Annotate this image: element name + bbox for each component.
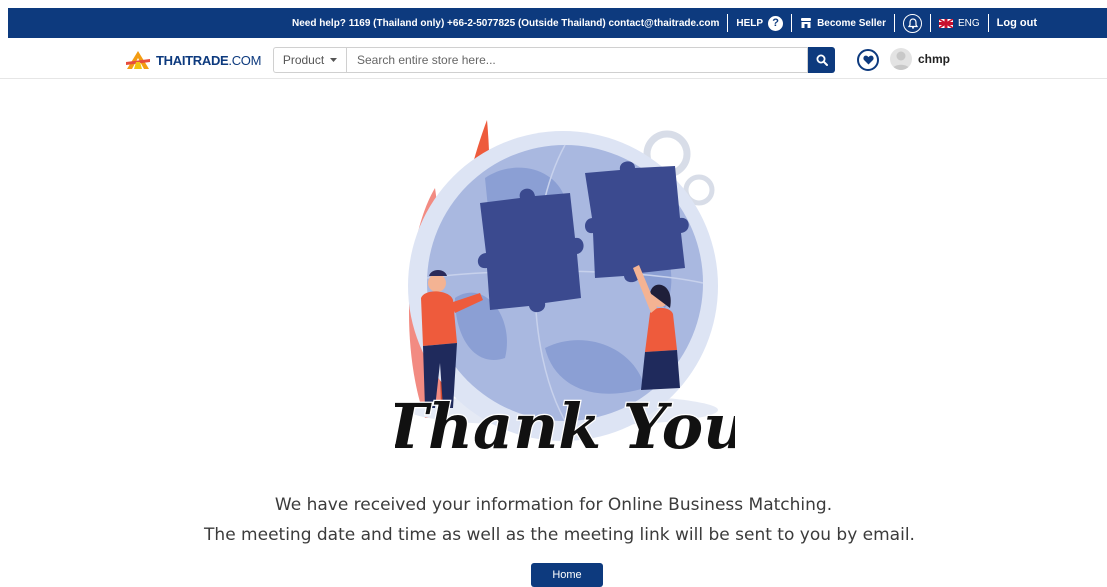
confirmation-message-line2: The meeting date and time as well as the… <box>204 525 915 545</box>
divider <box>987 14 989 32</box>
become-seller-label: Become Seller <box>817 17 886 29</box>
bell-icon <box>907 17 918 29</box>
user-silhouette-icon <box>892 51 910 70</box>
notification-button[interactable] <box>903 13 922 33</box>
product-select-label: Product <box>282 53 325 67</box>
help-label: HELP <box>736 17 764 29</box>
search-input[interactable] <box>346 47 808 73</box>
logo-main-text: THAITRADE <box>156 52 229 68</box>
thank-you-illustration: Thank You <box>395 120 735 464</box>
search-bar: Product <box>273 47 835 73</box>
become-seller-link[interactable]: Become Seller <box>800 18 886 29</box>
uk-flag-icon <box>939 18 953 28</box>
language-label: ENG <box>958 17 980 29</box>
thank-you-script-text: Thank You <box>395 390 735 463</box>
logo-text: THAITRADE.COM <box>156 53 261 68</box>
site-logo[interactable]: THAITRADE.COM <box>124 50 261 70</box>
favorites-button[interactable] <box>857 49 879 71</box>
search-icon <box>816 54 828 66</box>
user-menu[interactable]: chmp <box>890 48 950 70</box>
heart-icon <box>862 55 874 65</box>
logo-suffix-text: .COM <box>228 52 262 68</box>
help-contact-text: Need help? 1169 (Thailand only) +66-2-50… <box>292 17 720 29</box>
divider <box>930 14 931 32</box>
search-button[interactable] <box>808 47 835 73</box>
confirmation-message-line1: We have received your information for On… <box>274 495 833 515</box>
caret-down-icon <box>330 58 338 62</box>
thaitrade-logo-icon <box>126 51 150 69</box>
store-icon <box>801 18 812 28</box>
home-button[interactable]: Home <box>531 563 603 587</box>
username: chmp <box>918 52 951 66</box>
product-category-select[interactable]: Product <box>273 47 346 73</box>
divider <box>894 14 895 32</box>
help-icon: ? <box>768 15 784 31</box>
header: THAITRADE.COM Product chmp <box>0 38 1107 79</box>
top-bar: Need help? 1169 (Thailand only) +66-2-50… <box>8 8 1107 38</box>
divider <box>727 14 729 32</box>
logout-label: Log out <box>996 17 1037 29</box>
help-link[interactable]: HELP ? <box>736 15 784 31</box>
divider <box>791 14 793 32</box>
avatar <box>890 48 912 70</box>
logout-link[interactable]: Log out <box>997 17 1037 29</box>
language-selector[interactable]: ENG <box>939 18 980 29</box>
